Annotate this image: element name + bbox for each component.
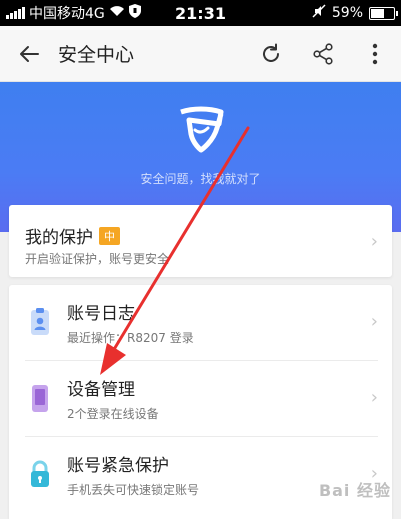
battery-icon	[369, 6, 398, 20]
carrier-label: 中国移动4G	[29, 6, 105, 22]
phone-icon	[32, 385, 48, 412]
share-button[interactable]	[297, 26, 349, 82]
hero-tagline: 安全问题，找我就对了	[140, 172, 261, 186]
my-protection-card[interactable]: 我的保护中 开启验证保护，账号更安全 ›	[9, 205, 392, 277]
list-item-emergency-protection[interactable]: 账号紧急保护 手机丢失可快速锁定账号 ›	[9, 437, 392, 513]
battery-percent: 59%	[331, 5, 363, 21]
chevron-right-icon: ›	[370, 387, 378, 408]
app-bar: 安全中心	[0, 26, 401, 82]
back-arrow-icon	[20, 45, 39, 62]
list-item-account-log[interactable]: 账号日志 最近操作：R8207 登录 ›	[9, 285, 392, 361]
shield-status-icon	[128, 4, 141, 22]
wifi-icon	[109, 5, 125, 21]
refresh-button[interactable]	[245, 26, 297, 82]
more-icon	[372, 43, 378, 64]
protection-title: 我的保护	[25, 228, 93, 248]
shield-logo-icon	[180, 106, 224, 153]
list-item-subtitle: 手机丢失可快速锁定账号	[67, 483, 200, 497]
clipboard-icon	[31, 308, 49, 335]
protection-subtitle: 开启验证保护，账号更安全	[25, 252, 170, 266]
list-item-title: 设备管理	[67, 380, 135, 400]
protection-level-badge: 中	[99, 227, 120, 245]
list-item-subtitle: 2个登录在线设备	[67, 407, 159, 421]
back-button[interactable]	[0, 26, 58, 82]
mute-icon	[312, 4, 326, 22]
status-bar: 中国移动4G 21:31 59%	[0, 0, 401, 26]
list-item-title: 账号日志	[67, 304, 135, 324]
watermark: Bai 经验	[318, 481, 391, 500]
share-icon	[313, 42, 333, 65]
chevron-right-icon: ›	[370, 311, 378, 332]
list-item-subtitle: 最近操作：R8207 登录	[67, 331, 194, 345]
list-item-title: 账号紧急保护	[67, 456, 169, 476]
page-title: 安全中心	[58, 44, 135, 66]
list-item-device-management[interactable]: 设备管理 2个登录在线设备 ›	[9, 361, 392, 437]
chevron-right-icon: ›	[370, 231, 378, 252]
more-button[interactable]	[349, 26, 401, 82]
lock-icon	[31, 460, 49, 487]
signal-icon	[6, 7, 25, 19]
refresh-icon	[263, 43, 279, 62]
